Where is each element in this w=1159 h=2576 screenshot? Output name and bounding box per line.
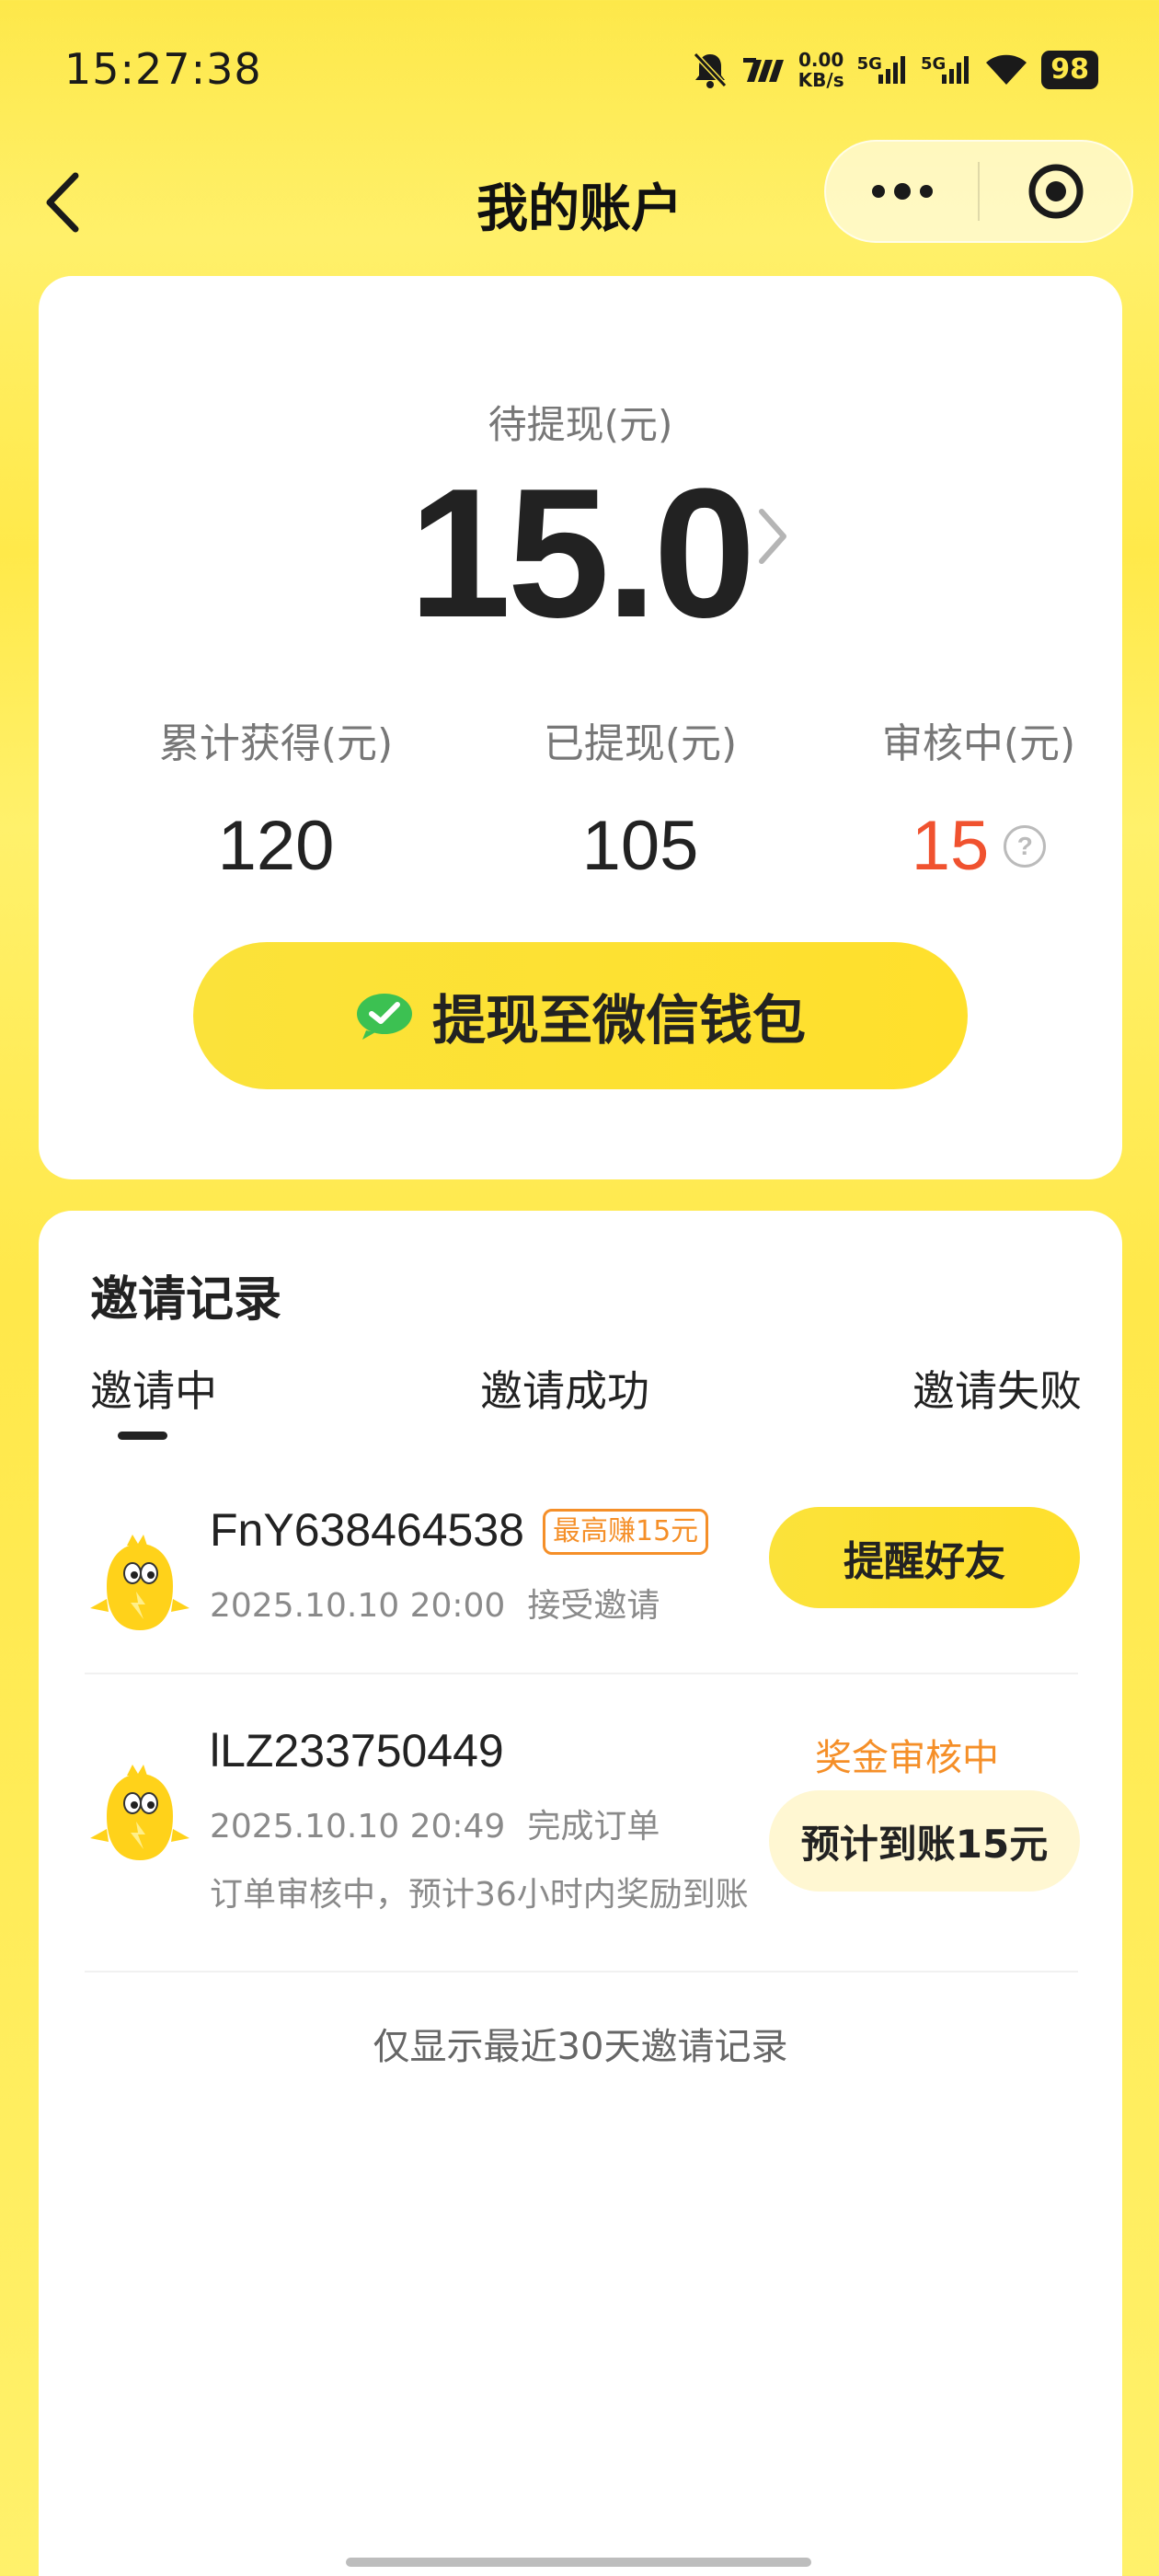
status-bar: 15:27:38 0.00 KB/s 5G 5G 98 <box>0 0 1159 138</box>
more-dots-icon <box>871 183 933 200</box>
list-item: FnY638464538 最高赚15元 2025.10.10 20:00 接受邀请… <box>39 1487 1122 1671</box>
record-datetime: 2025.10.10 20:49 <box>210 1808 506 1846</box>
signal-icon: 5G <box>921 54 971 86</box>
stat-label: 已提现(元) <box>543 720 738 767</box>
expected-payout-badge: 预计到账15元 <box>769 1790 1080 1892</box>
record-note: 订单审核中，预计36小时内奖励到账 <box>210 1876 749 1914</box>
home-indicator[interactable] <box>346 2558 811 2567</box>
stat-withdrawn: 已提现(元) 105 <box>475 710 806 886</box>
account-card: 待提现(元) 15.0 累计获得(元) 120 已提现(元) 105 审核中(元… <box>39 276 1122 1179</box>
remind-friend-button[interactable]: 提醒好友 <box>769 1507 1080 1608</box>
battery-icon: 98 <box>1041 51 1098 89</box>
mini-program-capsule <box>824 140 1133 243</box>
stat-label: 审核中(元) <box>881 720 1076 767</box>
invite-records-card: 邀请记录 邀请中 邀请成功 邀请失败 FnY638464538 最高赚15元 2… <box>39 1211 1122 2576</box>
bonus-review-status: 奖金审核中 <box>815 1737 999 1779</box>
close-button[interactable] <box>980 142 1131 241</box>
divider <box>85 1673 1078 1674</box>
record-meta: 2025.10.10 20:49 完成订单 <box>210 1800 660 1847</box>
list-item: lLZ233750449 2025.10.10 20:49 完成订单 订单审核中，… <box>39 1708 1122 1974</box>
tab-inviting[interactable]: 邀请中 <box>90 1358 217 1419</box>
stat-under-review: 审核中(元) 15 ? <box>813 710 1144 886</box>
mute-bell-icon <box>692 51 729 89</box>
wifi-icon <box>984 53 1028 86</box>
wechat-pay-icon <box>356 994 412 1040</box>
record-status: 完成订单 <box>527 1808 660 1846</box>
balance-value: 15.0 <box>408 451 755 656</box>
section-title: 邀请记录 <box>90 1272 282 1328</box>
yellow-chick-avatar-icon <box>90 1535 189 1630</box>
invitee-id: FnY638464538 <box>210 1504 524 1556</box>
signal-icon: 5G <box>857 54 908 86</box>
record-status: 接受邀请 <box>527 1587 660 1625</box>
more-button[interactable] <box>826 142 978 241</box>
tab-invite-success[interactable]: 邀请成功 <box>480 1358 649 1419</box>
network-speed: 0.00 KB/s <box>798 49 844 91</box>
stat-value: 120 <box>217 807 335 885</box>
stat-total-earned: 累计获得(元) 120 <box>110 710 442 886</box>
carrier-logo-icon <box>741 56 786 84</box>
stat-value-row: 15 ? <box>813 806 1144 886</box>
record-datetime: 2025.10.10 20:00 <box>210 1587 506 1625</box>
invitee-id: lLZ233750449 <box>210 1725 504 1777</box>
record-meta: 2025.10.10 20:00 接受邀请 <box>210 1579 660 1627</box>
account-stats: 累计获得(元) 120 已提现(元) 105 审核中(元) 15 ? <box>39 710 1122 894</box>
target-close-icon <box>1028 164 1083 219</box>
withdraw-button-label: 提现至微信钱包 <box>431 989 806 1052</box>
help-icon[interactable]: ? <box>1004 824 1047 868</box>
stat-value: 15 <box>911 807 990 885</box>
tab-invite-failed[interactable]: 邀请失败 <box>912 1358 1082 1419</box>
divider <box>85 1971 1078 1972</box>
footer-note: 仅显示最近30天邀请记录 <box>373 2026 788 2068</box>
balance-row[interactable]: 15.0 <box>39 453 1122 655</box>
stat-value: 105 <box>581 807 699 885</box>
status-time: 15:27:38 <box>64 44 262 94</box>
max-reward-badge: 最高赚15元 <box>543 1509 709 1555</box>
chevron-right-icon[interactable] <box>754 504 791 569</box>
withdraw-to-wechat-button[interactable]: 提现至微信钱包 <box>193 942 968 1089</box>
active-tab-indicator <box>118 1432 167 1440</box>
balance-label: 待提现(元) <box>488 402 673 447</box>
yellow-chick-avatar-icon <box>90 1765 189 1860</box>
stat-label: 累计获得(元) <box>158 720 394 767</box>
status-icons: 0.00 KB/s 5G 5G 98 <box>692 42 1098 98</box>
